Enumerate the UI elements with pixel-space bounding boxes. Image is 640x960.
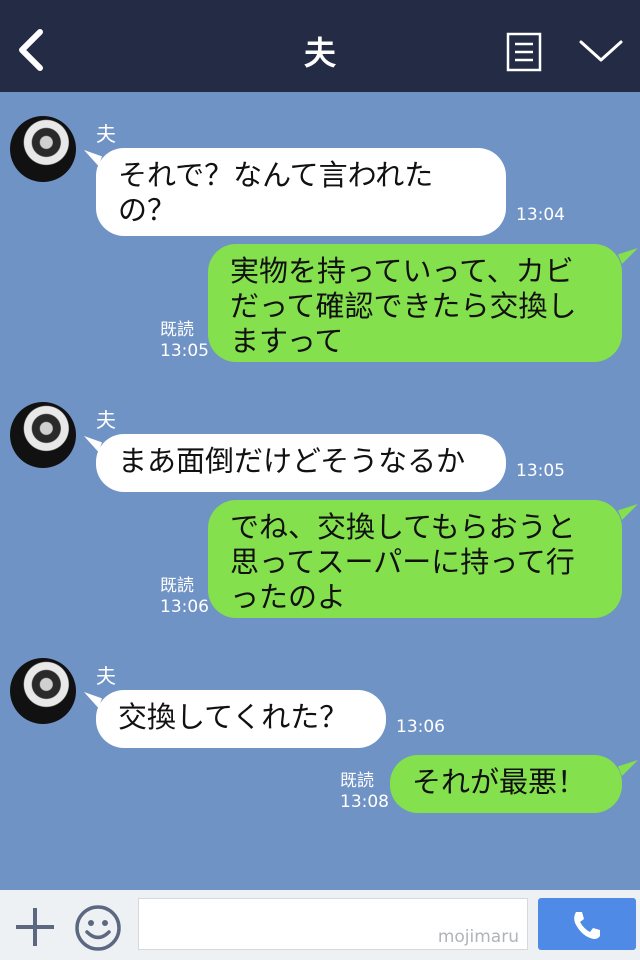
incoming-message-bubble[interactable]: 交換してくれた？	[96, 690, 386, 748]
incoming-message-bubble[interactable]: まあ面倒だけどそうなるか	[96, 434, 506, 492]
message-time: 13:05	[160, 341, 209, 361]
chevron-down-icon[interactable]	[578, 36, 624, 66]
chat-title: 夫	[303, 34, 336, 72]
read-receipt: 既読	[160, 576, 194, 596]
incoming-message-bubble[interactable]: それで？なんて言われたの？	[96, 148, 506, 236]
chat-header: 夫	[0, 0, 640, 92]
plus-icon[interactable]	[14, 906, 56, 948]
composer-bar: mojimaru	[0, 890, 640, 960]
message-time: 13:04	[516, 205, 565, 225]
outgoing-message-bubble[interactable]: でね、交換してもらおうと思ってスーパーに持って行ったのよ	[208, 500, 622, 618]
sender-name: 夫	[96, 664, 116, 688]
phone-icon	[574, 912, 600, 939]
avatar[interactable]	[10, 658, 76, 724]
notes-icon[interactable]	[506, 32, 542, 72]
sender-name: 夫	[96, 122, 116, 146]
message-input[interactable]: mojimaru	[138, 898, 528, 950]
message-time: 13:08	[340, 792, 389, 812]
read-receipt: 既読	[160, 320, 194, 340]
message-time: 13:05	[516, 461, 565, 481]
avatar[interactable]	[10, 116, 76, 182]
outgoing-message-bubble[interactable]: それが最悪！	[390, 755, 622, 813]
read-receipt: 既読	[340, 771, 374, 791]
message-time: 13:06	[396, 717, 445, 737]
outgoing-message-bubble[interactable]: 実物を持っていって、カビだって確認できたら交換しますって	[208, 244, 622, 362]
sender-name: 夫	[96, 408, 116, 432]
avatar[interactable]	[10, 402, 76, 468]
call-button[interactable]	[538, 898, 636, 950]
message-time: 13:06	[160, 597, 209, 617]
smiley-icon[interactable]	[74, 904, 122, 952]
watermark-text: mojimaru	[437, 927, 519, 947]
